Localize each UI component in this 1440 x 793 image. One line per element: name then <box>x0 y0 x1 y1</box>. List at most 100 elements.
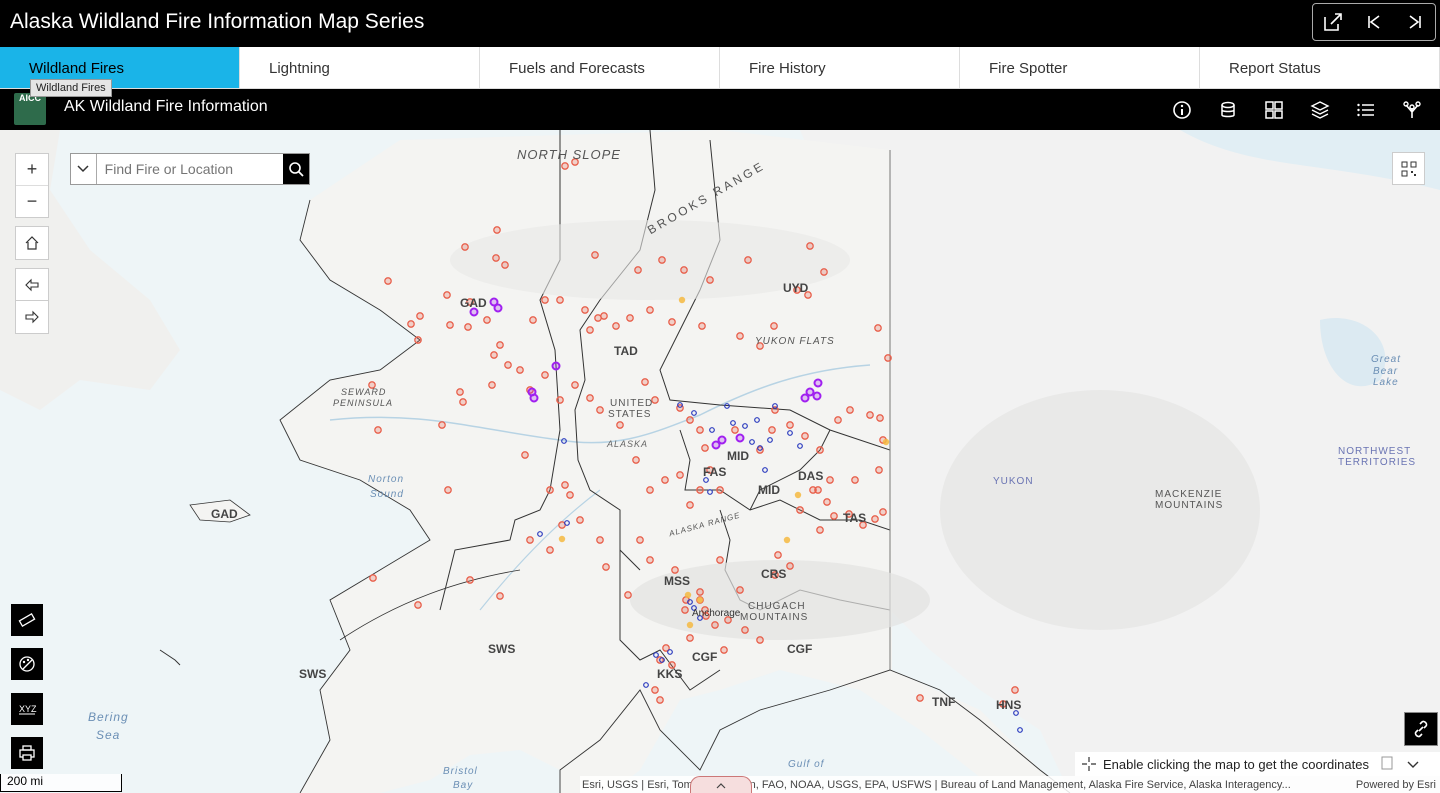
tab-report-status[interactable]: Report Status <box>1200 47 1440 88</box>
fire-marker[interactable] <box>916 694 924 702</box>
fire-marker[interactable] <box>686 416 694 424</box>
fire-marker[interactable] <box>444 486 452 494</box>
lightning-marker[interactable] <box>742 423 748 429</box>
fire-marker[interactable] <box>646 486 654 494</box>
fire-marker[interactable] <box>488 381 496 389</box>
fire-marker[interactable] <box>1011 686 1019 694</box>
fire-marker[interactable] <box>786 562 794 570</box>
fire-marker[interactable] <box>626 314 634 322</box>
fire-marker[interactable] <box>681 606 689 614</box>
fire-marker[interactable] <box>716 556 724 564</box>
search-source-dropdown[interactable] <box>71 154 97 184</box>
fire-marker[interactable] <box>456 388 464 396</box>
tab-fire-spotter[interactable]: Fire Spotter <box>960 47 1200 88</box>
sketch-button[interactable] <box>11 648 43 680</box>
lightning-marker[interactable] <box>767 437 773 443</box>
lightning-marker[interactable] <box>564 520 570 526</box>
recent-fire-marker[interactable] <box>529 393 539 403</box>
fire-marker[interactable] <box>801 432 809 440</box>
fire-marker[interactable] <box>686 501 694 509</box>
fire-marker[interactable] <box>521 451 529 459</box>
fire-marker[interactable] <box>720 646 728 654</box>
fire-marker[interactable] <box>459 398 467 406</box>
fire-marker[interactable] <box>496 592 504 600</box>
fire-marker[interactable] <box>541 371 549 379</box>
new-fire-marker[interactable] <box>558 535 566 543</box>
fire-marker[interactable] <box>875 466 883 474</box>
fire-marker[interactable] <box>464 323 472 331</box>
fire-marker[interactable] <box>407 320 415 328</box>
next-extent-button[interactable] <box>15 300 49 334</box>
fire-marker[interactable] <box>516 366 524 374</box>
fire-marker[interactable] <box>826 476 834 484</box>
fire-marker[interactable] <box>596 536 604 544</box>
powered-by-text[interactable]: Powered by Esri <box>1356 779 1436 791</box>
fire-marker[interactable] <box>731 426 739 434</box>
fire-marker[interactable] <box>369 574 377 582</box>
lightning-marker[interactable] <box>1017 727 1023 733</box>
fire-marker[interactable] <box>876 414 884 422</box>
fire-marker[interactable] <box>716 486 724 494</box>
fire-marker[interactable] <box>816 446 824 454</box>
chevron-down-icon[interactable] <box>1407 757 1419 772</box>
fire-markers-layer[interactable] <box>0 130 1440 793</box>
expand-panel-button[interactable] <box>690 776 752 793</box>
fire-marker[interactable] <box>806 242 814 250</box>
fire-marker[interactable] <box>616 421 624 429</box>
fire-marker[interactable] <box>634 266 642 274</box>
fire-marker[interactable] <box>591 251 599 259</box>
fire-marker[interactable] <box>586 394 594 402</box>
fire-marker[interactable] <box>493 226 501 234</box>
fire-marker[interactable] <box>774 551 782 559</box>
new-fire-marker[interactable] <box>794 491 802 499</box>
fire-marker[interactable] <box>816 526 824 534</box>
fire-marker[interactable] <box>632 456 640 464</box>
fire-marker[interactable] <box>443 291 451 299</box>
fire-marker[interactable] <box>676 471 684 479</box>
fire-marker[interactable] <box>646 306 654 314</box>
fire-marker[interactable] <box>696 588 704 596</box>
map-view[interactable]: NORTH SLOPE BROOKS RANGE YUKON FLATS SEW… <box>0 130 1440 793</box>
search-button[interactable] <box>282 154 309 184</box>
fire-marker[interactable] <box>483 316 491 324</box>
fire-marker[interactable] <box>416 312 424 320</box>
fire-marker[interactable] <box>820 268 828 276</box>
fire-marker[interactable] <box>546 546 554 554</box>
recent-fire-marker[interactable] <box>805 387 815 397</box>
fire-marker[interactable] <box>556 296 564 304</box>
qr-code-button[interactable] <box>1392 152 1425 185</box>
fire-marker[interactable] <box>446 321 454 329</box>
fire-marker[interactable] <box>701 444 709 452</box>
share-icon[interactable] <box>1320 9 1346 35</box>
new-fire-marker[interactable] <box>783 536 791 544</box>
fire-marker[interactable] <box>602 563 610 571</box>
fire-marker[interactable] <box>636 536 644 544</box>
lightning-marker[interactable] <box>797 443 803 449</box>
fire-marker[interactable] <box>576 516 584 524</box>
fire-marker[interactable] <box>541 296 549 304</box>
fire-marker[interactable] <box>711 621 719 629</box>
fire-marker[interactable] <box>526 536 534 544</box>
next-icon[interactable] <box>1402 9 1428 35</box>
fire-marker[interactable] <box>651 686 659 694</box>
fire-marker[interactable] <box>884 354 892 362</box>
lightning-marker[interactable] <box>643 682 649 688</box>
lightning-marker[interactable] <box>787 430 793 436</box>
fire-marker[interactable] <box>414 336 422 344</box>
fire-marker[interactable] <box>866 411 874 419</box>
new-fire-marker[interactable] <box>684 591 692 599</box>
fire-marker[interactable] <box>680 266 688 274</box>
fire-marker[interactable] <box>834 416 842 424</box>
fire-marker[interactable] <box>658 256 666 264</box>
fire-marker[interactable] <box>641 378 649 386</box>
recent-fire-marker[interactable] <box>812 391 822 401</box>
fire-marker[interactable] <box>490 351 498 359</box>
fire-marker[interactable] <box>612 322 620 330</box>
fire-marker[interactable] <box>823 498 831 506</box>
fire-marker[interactable] <box>661 476 669 484</box>
fire-marker[interactable] <box>438 421 446 429</box>
lightning-marker[interactable] <box>730 420 736 426</box>
fire-marker[interactable] <box>646 556 654 564</box>
link-button[interactable] <box>1404 712 1438 746</box>
lightning-marker[interactable] <box>762 467 768 473</box>
